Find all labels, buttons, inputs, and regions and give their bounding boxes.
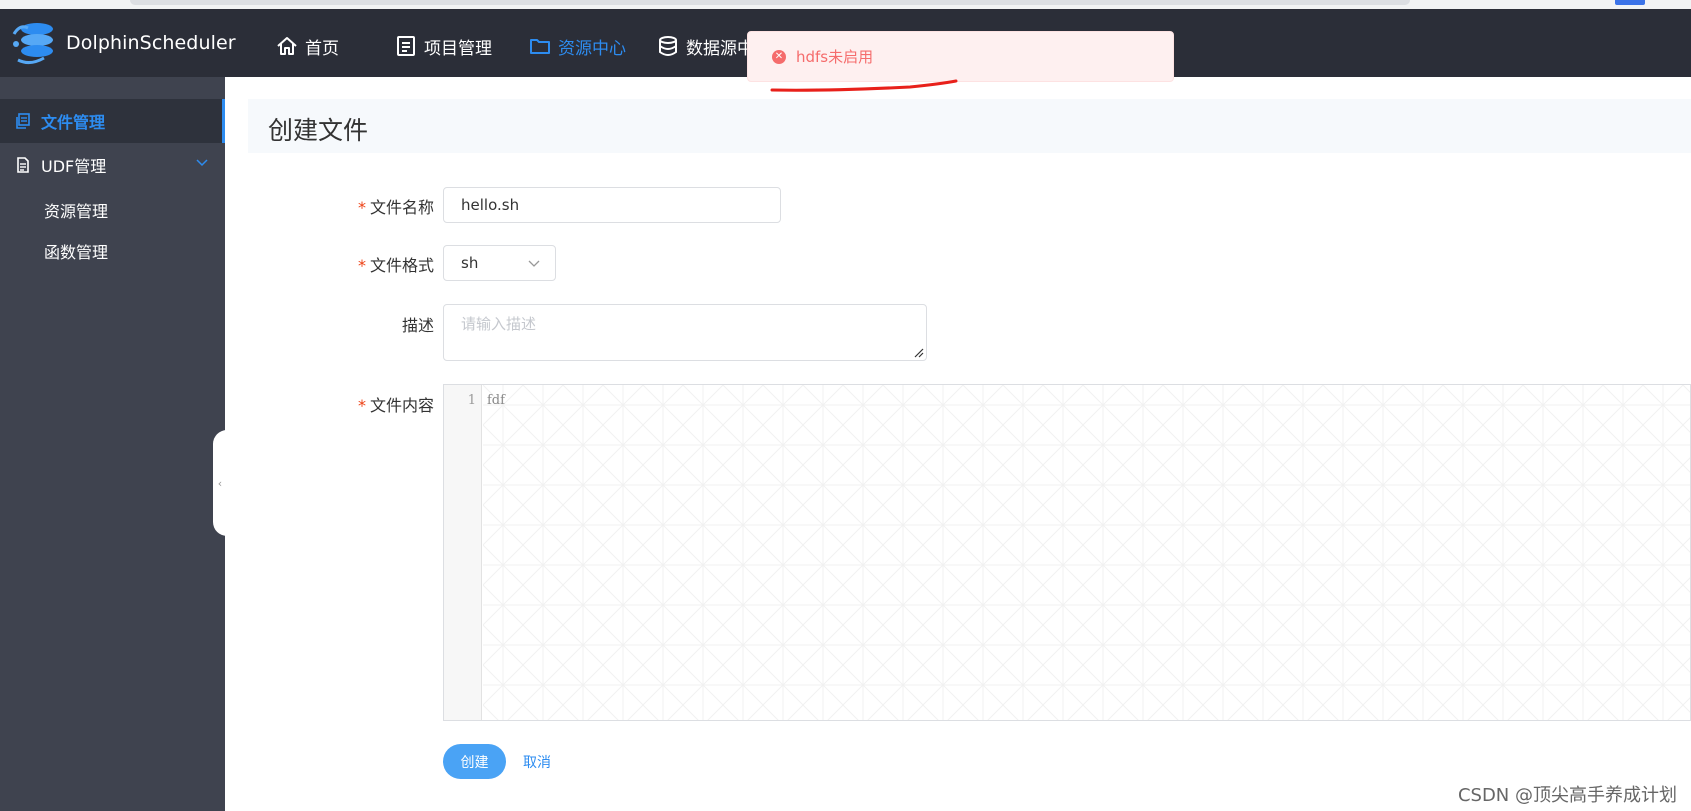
- file-name-input[interactable]: hello.sh: [443, 187, 781, 223]
- app-logo[interactable]: DolphinScheduler: [10, 20, 236, 66]
- red-underline-annotation: [770, 79, 958, 92]
- sidebar-collapse-toggle[interactable]: ‹: [213, 430, 227, 536]
- file-name-label: * 文件名称: [357, 198, 434, 217]
- doc-icon: [14, 156, 32, 174]
- required-asterisk: *: [357, 396, 366, 415]
- browser-address-bar[interactable]: [130, 0, 1410, 5]
- page-title: 创建文件: [268, 116, 369, 145]
- chevron-left-icon: ‹: [217, 476, 223, 490]
- files-icon: [14, 112, 32, 130]
- nav-projects[interactable]: 项目管理: [394, 31, 492, 61]
- description-placeholder: 请输入描述: [461, 315, 537, 333]
- sidebar-item-udf-management[interactable]: UDF管理: [0, 143, 225, 187]
- toast-message: hdfs未启用: [796, 48, 874, 66]
- file-content-label: * 文件内容: [357, 396, 434, 415]
- line-number: 1: [467, 393, 476, 408]
- document-icon: [394, 34, 418, 58]
- sidebar-subitem-resource-management[interactable]: 资源管理: [44, 198, 108, 222]
- editor-gutter: 1: [444, 385, 482, 720]
- description-textarea[interactable]: 请输入描述: [443, 304, 927, 361]
- chevron-down-icon: [528, 260, 540, 267]
- home-icon: [275, 34, 299, 58]
- sidebar-subitem-function-management[interactable]: 函数管理: [44, 239, 108, 263]
- file-format-label: * 文件格式: [357, 256, 434, 275]
- file-format-value: sh: [461, 254, 479, 272]
- file-format-select[interactable]: sh: [443, 245, 556, 281]
- required-asterisk: *: [357, 198, 366, 217]
- folder-icon: [528, 34, 552, 58]
- description-label: 描述: [401, 316, 434, 335]
- chevron-down-icon[interactable]: [195, 157, 209, 167]
- sidebar-item-udf-management-label: UDF管理: [41, 157, 107, 176]
- nav-resources-label: 资源中心: [558, 38, 626, 59]
- page-header: 创建文件: [248, 99, 1691, 153]
- nav-projects-label: 项目管理: [424, 38, 492, 59]
- required-asterisk: *: [357, 256, 366, 275]
- file-name-value: hello.sh: [461, 196, 520, 214]
- editor-code-area[interactable]: fdf: [483, 385, 1690, 720]
- nav-home-label: 首页: [305, 38, 339, 59]
- editor-grid-background: [483, 385, 1690, 720]
- nav-resources[interactable]: 资源中心: [528, 31, 626, 61]
- sidebar-item-file-management[interactable]: 文件管理: [0, 99, 225, 143]
- database-icon: [656, 34, 680, 58]
- dolphin-logo-icon: [12, 23, 53, 65]
- code-editor[interactable]: 1 fdf: [443, 384, 1691, 721]
- sidebar-item-file-management-label: 文件管理: [41, 113, 106, 132]
- cancel-button[interactable]: 取消: [523, 752, 551, 772]
- error-circle-icon: ✕: [772, 49, 786, 64]
- browser-chrome: [0, 0, 1691, 9]
- nav-home[interactable]: 首页: [275, 31, 339, 61]
- sidebar: 文件管理 UDF管理 资源管理 函数管理: [0, 77, 225, 811]
- browser-extension-icon[interactable]: [1615, 0, 1645, 5]
- app-name: DolphinScheduler: [66, 32, 236, 54]
- resize-handle-icon[interactable]: [914, 348, 924, 358]
- error-toast: ✕ hdfs未启用: [747, 31, 1174, 82]
- create-button[interactable]: 创建: [443, 744, 506, 779]
- nav-datasource-label: 数据源中: [686, 38, 754, 59]
- nav-datasource[interactable]: 数据源中: [656, 31, 754, 61]
- watermark: CSDN @顶尖高手养成计划: [1457, 785, 1677, 806]
- code-line: fdf: [487, 393, 505, 408]
